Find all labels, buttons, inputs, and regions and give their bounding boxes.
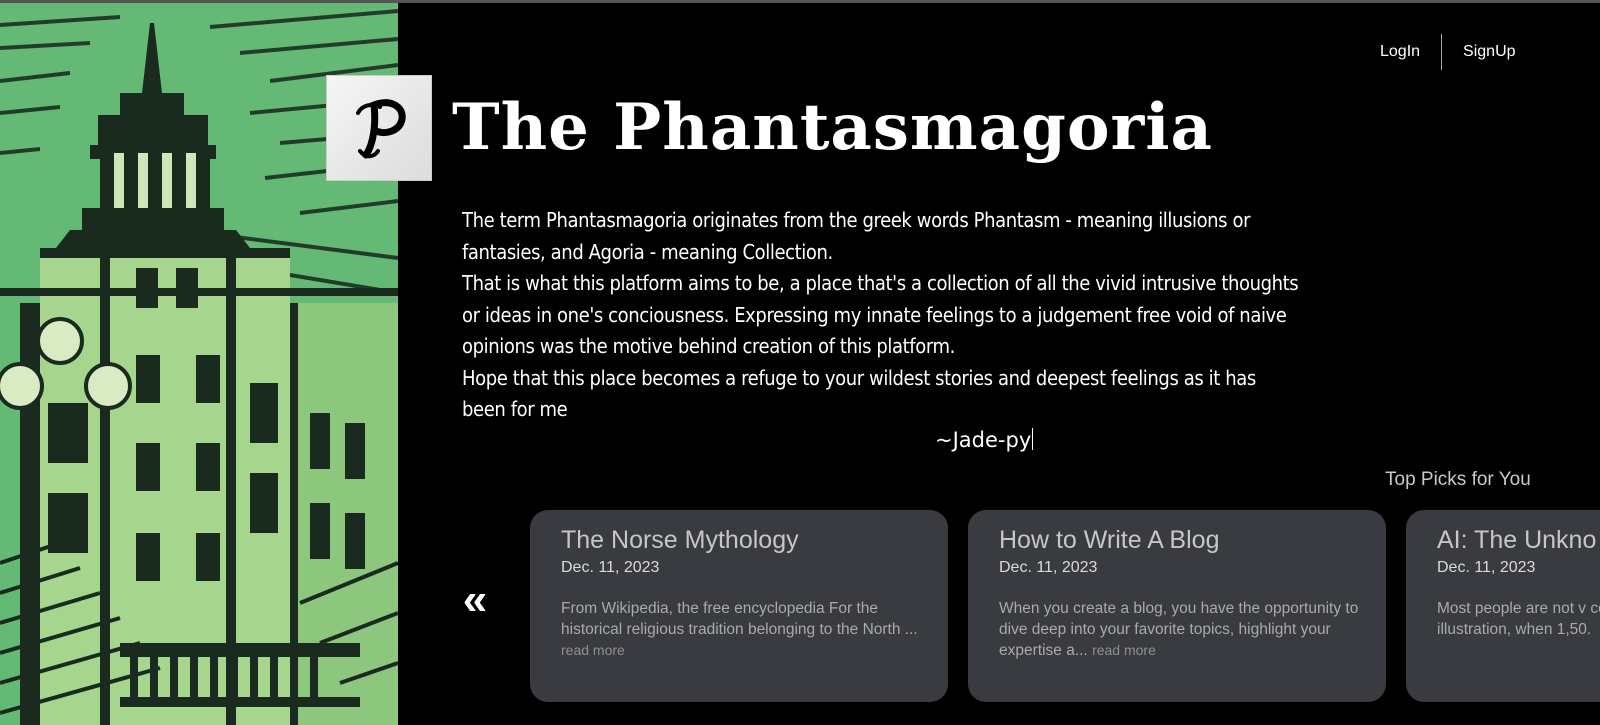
excerpt-text: When you create a blog, you have the opp…: [999, 600, 1359, 659]
card-title[interactable]: How to Write A Blog: [999, 524, 1219, 556]
author-signature: ~Jade-py: [935, 424, 1034, 456]
blog-card[interactable]: AI: The Unkno Dec. 11, 2023 Most people …: [1406, 510, 1600, 702]
signup-link[interactable]: SignUp: [1442, 43, 1515, 61]
intro-text: The term Phantasmagoria originates from …: [462, 205, 1302, 426]
intro-paragraph-3: Hope that this place becomes a refuge to…: [462, 365, 1256, 422]
card-excerpt: When you create a blog, you have the opp…: [999, 598, 1359, 661]
card-title[interactable]: The Norse Mythology: [561, 524, 799, 556]
blog-card[interactable]: How to Write A Blog Dec. 11, 2023 When y…: [968, 510, 1386, 702]
card-date: Dec. 11, 2023: [1437, 559, 1536, 576]
intro-paragraph-2: That is what this platform aims to be, a…: [462, 271, 1299, 358]
site-title: The Phantasmagoria: [452, 90, 1213, 165]
auth-nav: LogIn SignUp: [1380, 34, 1516, 70]
card-excerpt: Most people are not v concept of artific…: [1437, 598, 1600, 640]
page: The Phantasmagoria LogIn SignUp The term…: [0, 0, 1600, 725]
card-date: Dec. 11, 2023: [999, 559, 1098, 576]
intro-paragraph-1: The term Phantasmagoria originates from …: [462, 208, 1251, 264]
read-more-link[interactable]: read more: [1092, 642, 1156, 658]
double-chevron-left-icon[interactable]: «: [458, 578, 492, 622]
card-title[interactable]: AI: The Unkno: [1437, 524, 1596, 556]
logo-glyph: [356, 99, 406, 159]
top-picks-carousel: The Norse Mythology Dec. 11, 2023 From W…: [530, 510, 1600, 705]
top-picks-heading: Top Picks for You: [1385, 469, 1531, 490]
login-link[interactable]: LogIn: [1380, 43, 1441, 61]
text-cursor: [1032, 428, 1034, 450]
p-monogram-icon[interactable]: [327, 76, 431, 180]
signature-text: ~Jade-py: [935, 428, 1032, 452]
read-more-link[interactable]: read more: [561, 642, 625, 658]
blog-card[interactable]: The Norse Mythology Dec. 11, 2023 From W…: [530, 510, 948, 702]
card-excerpt: From Wikipedia, the free encyclopedia Fo…: [561, 598, 921, 661]
excerpt-text: Most people are not v concept of artific…: [1437, 600, 1600, 638]
card-date: Dec. 11, 2023: [561, 559, 660, 576]
excerpt-text: From Wikipedia, the free encyclopedia Fo…: [561, 600, 918, 638]
